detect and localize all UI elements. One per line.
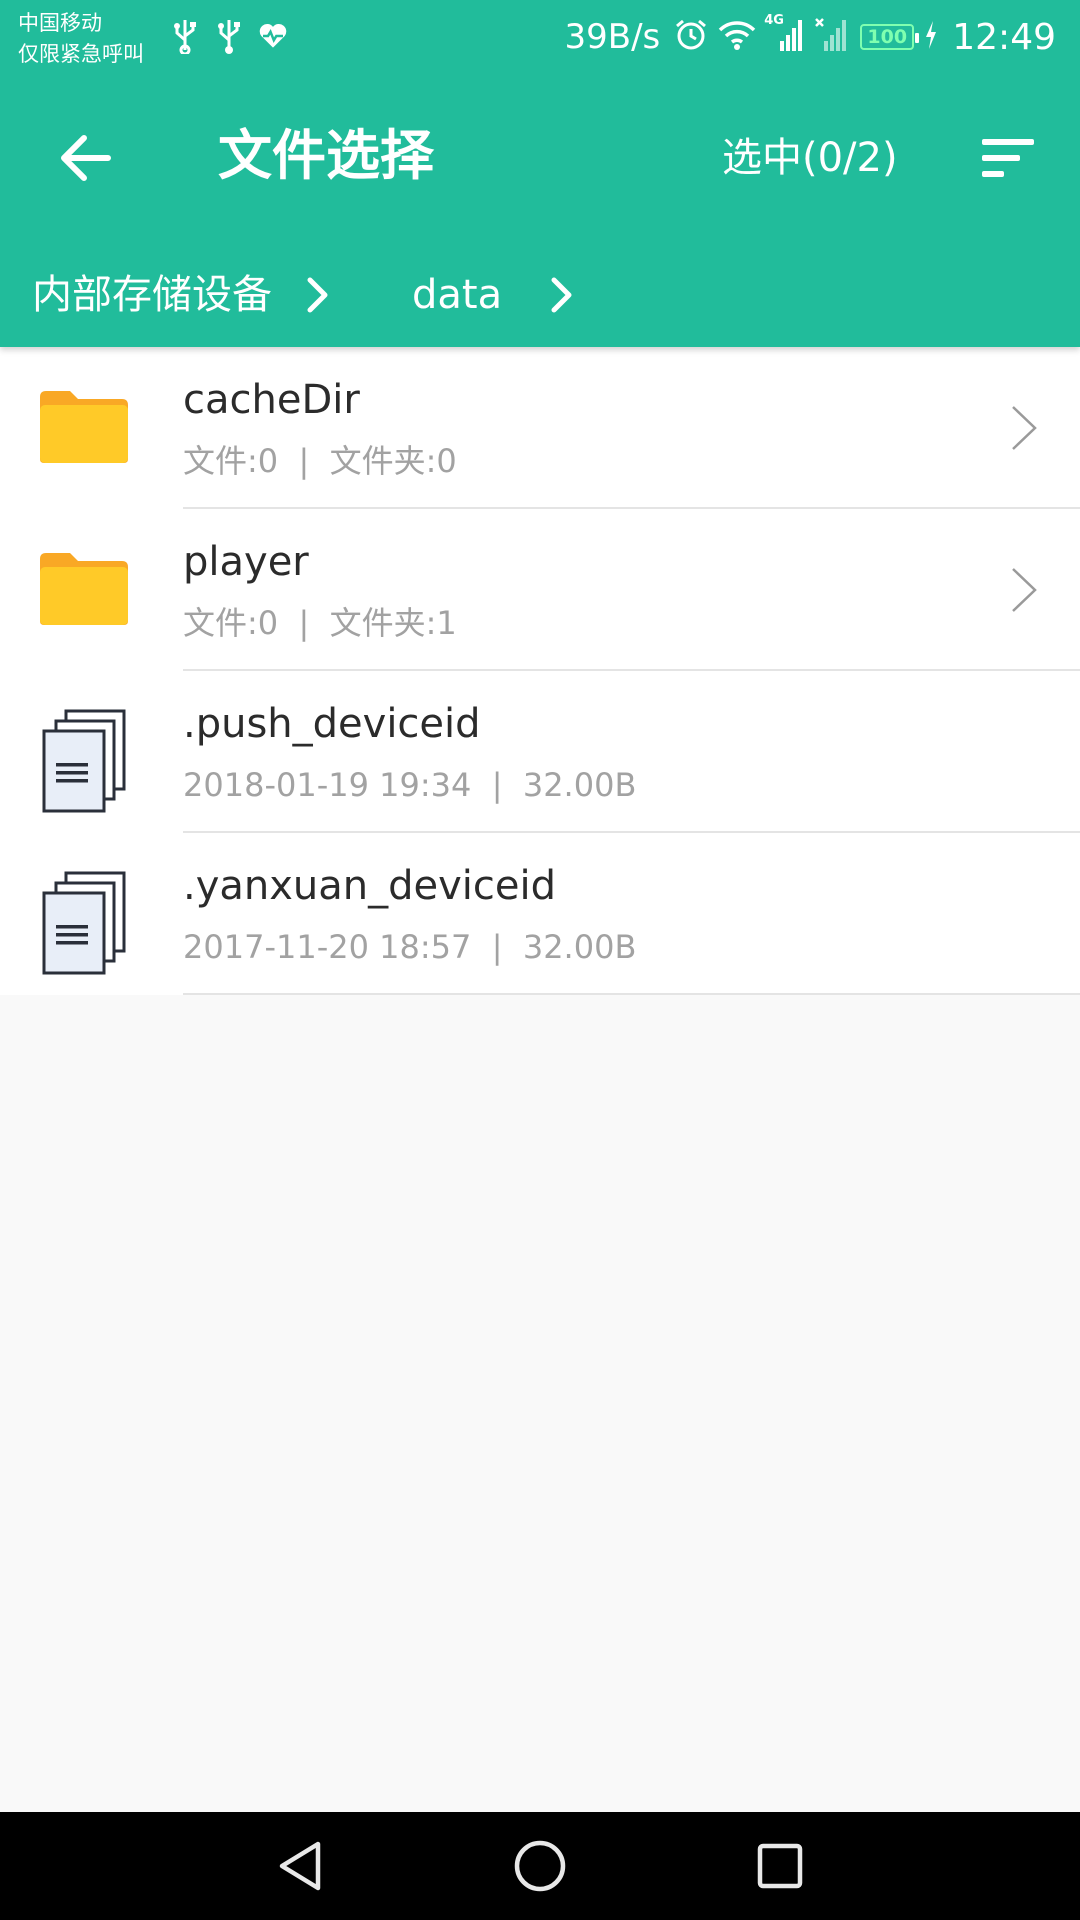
file-meta: 2018-01-19 19:34 | 32.00B (183, 766, 637, 804)
header: 中国移动 仅限紧急呼叫 39B/s 4G 100 12:49 文件选择 选中(0… (0, 0, 1080, 347)
list-item-folder[interactable]: player 文件:0 | 文件夹:1 (0, 509, 1080, 671)
back-button[interactable] (46, 118, 126, 198)
sort-button[interactable] (968, 122, 1048, 194)
nav-back-button[interactable] (260, 1826, 340, 1906)
breadcrumb-label: data (412, 272, 503, 318)
page-title: 文件选择 (218, 124, 434, 187)
folder-icon (40, 391, 128, 463)
document-icon (42, 709, 126, 813)
file-name: .push_deviceid (183, 701, 481, 747)
navigation-bar (0, 1812, 1080, 1920)
usb-icon (214, 16, 244, 56)
nav-home-icon (514, 1840, 566, 1892)
charging-icon (924, 20, 938, 54)
sort-icon (982, 139, 1034, 177)
health-icon (258, 16, 288, 56)
nav-recent-icon (757, 1843, 803, 1889)
clock: 12:49 (952, 16, 1056, 58)
list-item-folder[interactable]: cacheDir 文件:0 | 文件夹:0 (0, 347, 1080, 509)
status-right: 39B/s 4G 100 12:49 (564, 12, 1056, 62)
file-name: player (183, 539, 309, 585)
file-name: .yanxuan_deviceid (183, 863, 557, 909)
signal-icon: 4G (764, 13, 804, 57)
alarm-icon (674, 18, 708, 56)
usb-icon (170, 16, 200, 56)
back-arrow-icon (61, 135, 111, 181)
chevron-right-icon (1012, 568, 1037, 612)
divider (183, 993, 1080, 995)
folder-icon (40, 553, 128, 625)
carrier-status: 仅限紧急呼叫 (18, 42, 144, 66)
nav-recent-button[interactable] (740, 1826, 820, 1906)
file-list: cacheDir 文件:0 | 文件夹:0 player 文件:0 | 文件夹:… (0, 347, 1080, 995)
net-speed: 39B/s (564, 17, 661, 57)
file-meta: 文件:0 | 文件夹:0 (183, 442, 457, 480)
list-item-file[interactable]: .yanxuan_deviceid 2017-11-20 18:57 | 32.… (0, 833, 1080, 995)
document-icon (42, 871, 126, 975)
wifi-icon (718, 19, 756, 55)
nav-home-button[interactable] (500, 1826, 580, 1906)
breadcrumb-item-data[interactable]: data (412, 267, 574, 323)
nav-back-icon (279, 1841, 321, 1891)
battery-icon: 100 (860, 24, 920, 50)
chevron-right-icon (307, 277, 328, 313)
file-name: cacheDir (183, 377, 360, 423)
notification-icons (170, 16, 288, 56)
carrier-name: 中国移动 (18, 11, 102, 35)
carrier-info: 中国移动 仅限紧急呼叫 (18, 8, 144, 70)
breadcrumb-label: 内部存储设备 (32, 272, 272, 318)
breadcrumb: 内部存储设备 data (0, 250, 1080, 340)
no-signal-icon (814, 17, 850, 57)
file-meta: 文件:0 | 文件夹:1 (183, 604, 457, 642)
list-item-file[interactable]: .push_deviceid 2018-01-19 19:34 | 32.00B (0, 671, 1080, 833)
toolbar: 文件选择 选中(0/2) (0, 80, 1080, 230)
breadcrumb-item-internal-storage[interactable]: 内部存储设备 (0, 267, 330, 323)
chevron-right-icon (1012, 406, 1037, 450)
chevron-right-icon (551, 277, 572, 313)
network-type-label: 4G (764, 13, 784, 28)
status-bar: 中国移动 仅限紧急呼叫 39B/s 4G 100 12:49 (0, 0, 1080, 80)
file-meta: 2017-11-20 18:57 | 32.00B (183, 928, 637, 966)
select-count[interactable]: 选中(0/2) (722, 130, 898, 186)
